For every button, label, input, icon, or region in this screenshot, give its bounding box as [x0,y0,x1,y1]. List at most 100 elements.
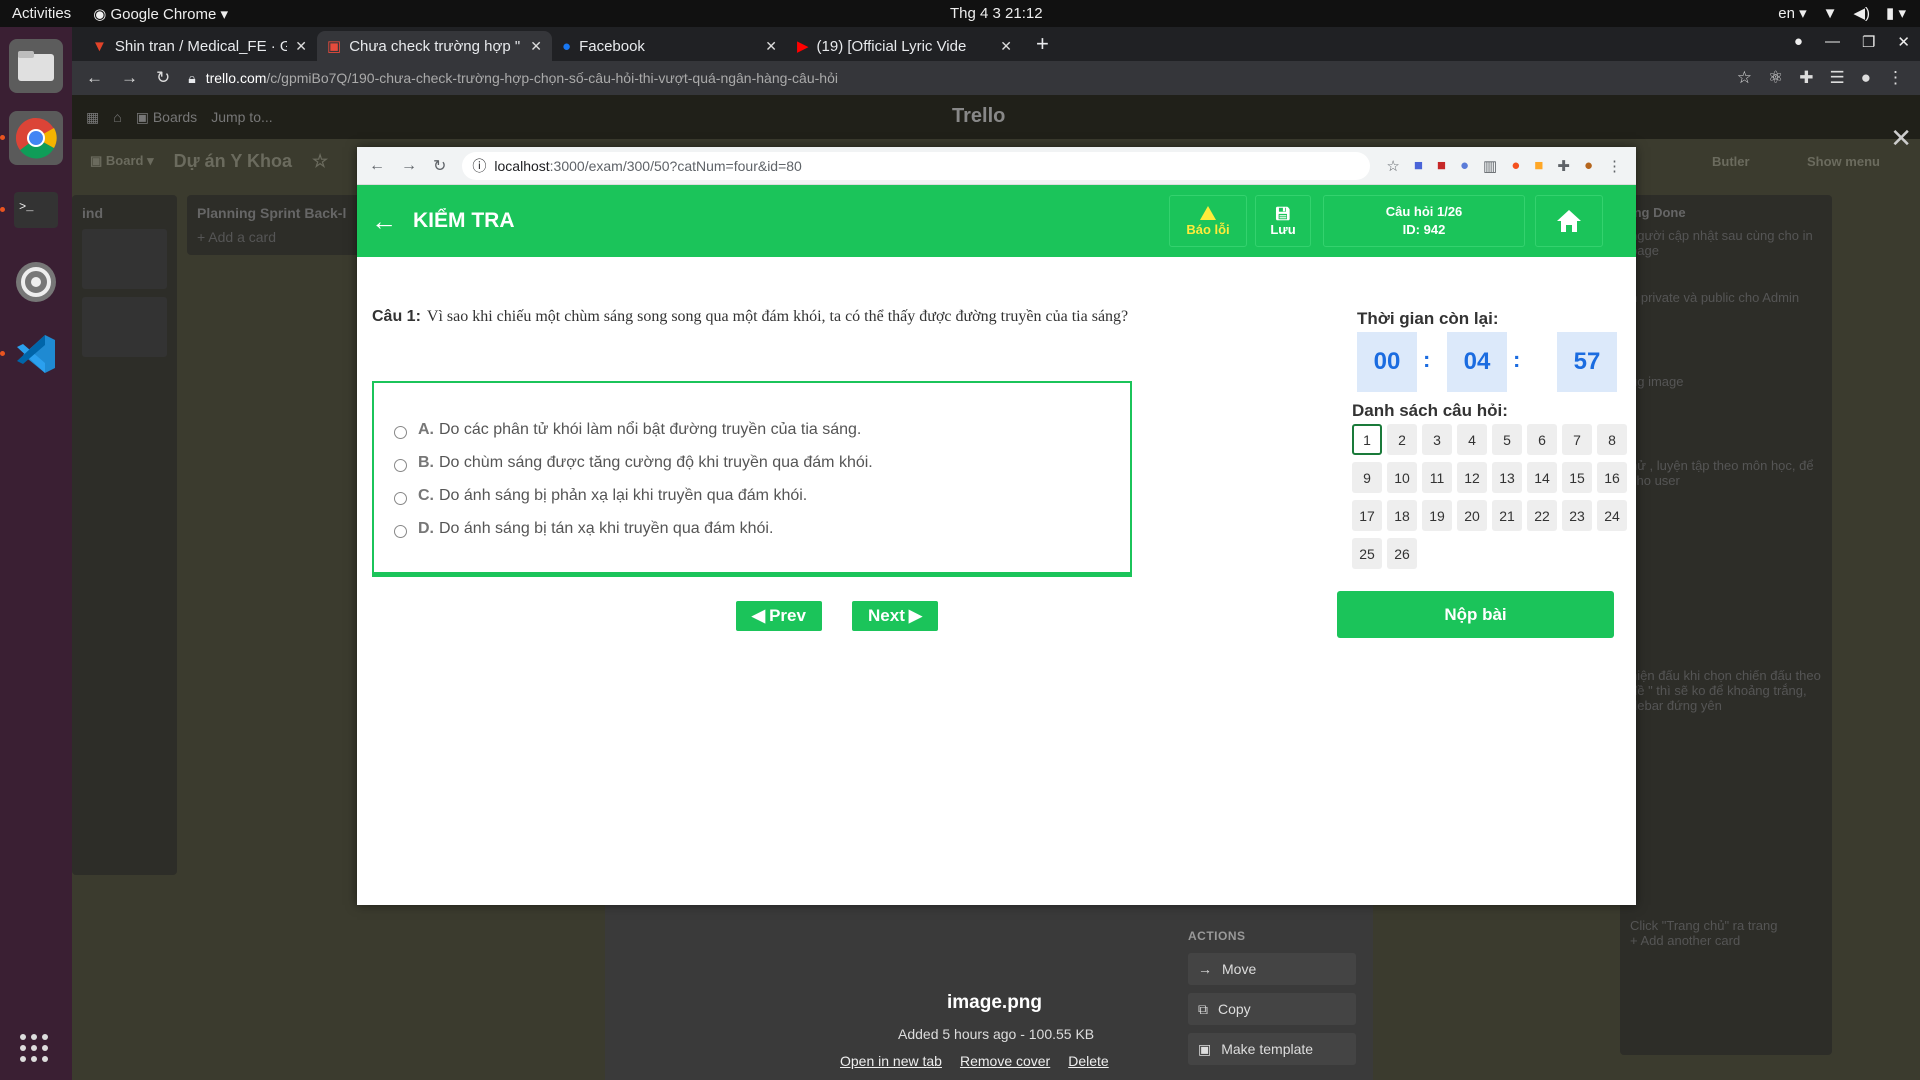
delete-link[interactable]: Delete [1068,1053,1108,1069]
close-tab-icon[interactable]: ✕ [530,38,542,55]
answer-option[interactable]: B. Do chùm sáng được tăng cường độ khi t… [374,446,1130,479]
radio-button[interactable] [394,492,407,505]
terminal-app-icon[interactable]: >_ [0,183,63,237]
prev-button[interactable]: ◀ Prev [736,601,822,631]
react-devtools-icon[interactable]: ⚛ [1768,68,1783,88]
question-number-button[interactable]: 3 [1422,424,1452,455]
extension-yellow-icon[interactable]: ■ [1534,157,1543,175]
question-number-button[interactable]: 8 [1597,424,1627,455]
jump-search[interactable]: Jump to... [211,109,272,125]
system-clock[interactable]: Thg 4 3 21:12 [950,5,1043,22]
move-button[interactable]: → Move [1188,953,1356,985]
make-template-button[interactable]: ▣ Make template [1188,1033,1356,1065]
question-number-button[interactable]: 14 [1527,462,1557,493]
tab-trello[interactable]: ▣ Chưa check trường hợp " ✕ [317,31,552,61]
question-number-button[interactable]: 10 [1387,462,1417,493]
boards-button[interactable]: ▣ Boards [136,109,197,126]
trello-card[interactable]: n private và public cho Admin [1630,290,1822,374]
question-number-button[interactable]: 16 [1597,462,1627,493]
new-tab-button[interactable]: + [1022,31,1063,61]
trello-card[interactable]: ug image [1630,374,1822,458]
remove-cover-link[interactable]: Remove cover [960,1053,1050,1069]
trello-card[interactable] [82,229,167,289]
extension-blue-icon[interactable]: ● [1460,157,1469,175]
extensions-icon[interactable]: ✚ [1557,157,1570,175]
question-number-button[interactable]: 11 [1422,462,1452,493]
report-error-button[interactable]: Báo lỗi [1169,195,1247,247]
vscode-app-icon[interactable] [0,327,63,381]
question-number-button[interactable]: 25 [1352,538,1382,569]
popup-address-bar[interactable]: ⓘ localhost:3000/exam/300/50?catNum=four… [462,151,1371,180]
butler-button[interactable]: Butler [1712,154,1750,169]
question-number-button[interactable]: 19 [1422,500,1452,531]
minimize-icon[interactable]: — [1825,33,1840,51]
tab-youtube[interactable]: ▶ (19) [Official Lyric Vide ✕ [787,31,1022,61]
avatar[interactable]: ● [1861,68,1871,88]
radio-button[interactable] [394,459,407,472]
close-window-icon[interactable]: ✕ [1897,33,1910,51]
show-apps-icon[interactable] [20,1034,48,1062]
close-tab-icon[interactable]: ✕ [765,38,777,55]
question-number-button[interactable]: 2 [1387,424,1417,455]
answer-option[interactable]: D. Do ánh sáng bị tán xạ khi truyền qua … [374,512,1130,545]
back-icon[interactable]: ← [369,157,385,175]
trello-card[interactable]: người cập nhật sau cùng cho in page [1630,228,1822,290]
question-number-button[interactable]: 24 [1597,500,1627,531]
avatar[interactable]: ● [1584,157,1593,175]
question-number-button[interactable]: 13 [1492,462,1522,493]
trello-card[interactable] [82,297,167,357]
save-button[interactable]: 💾︎ Lưu [1255,195,1311,247]
question-number-button[interactable]: 7 [1562,424,1592,455]
question-number-button[interactable]: 12 [1457,462,1487,493]
address-bar[interactable]: 🔒︎ trello.com/c/gpmiBo7Q/190-chưa-check-… [188,65,1698,91]
close-card-icon[interactable]: ✕ [1890,123,1912,154]
question-number-button[interactable]: 17 [1352,500,1382,531]
close-tab-icon[interactable]: ✕ [1000,38,1012,55]
restore-icon[interactable]: ❐ [1862,33,1875,51]
chrome-menu-icon[interactable]: ⋮ [1887,68,1904,88]
bookmark-star-icon[interactable]: ☆ [1386,157,1399,175]
open-new-tab-link[interactable]: Open in new tab [840,1053,942,1069]
question-number-button[interactable]: 26 [1387,538,1417,569]
question-number-button[interactable]: 1 [1352,424,1382,455]
chrome-menu-icon[interactable]: ⋮ [1607,157,1622,175]
app-menu[interactable]: ◉ Google Chrome ▾ [93,5,228,23]
forward-icon[interactable]: → [121,68,138,88]
question-number-button[interactable]: 20 [1457,500,1487,531]
close-tab-icon[interactable]: ✕ [295,38,307,55]
question-number-button[interactable]: 9 [1352,462,1382,493]
wifi-icon[interactable]: ▼ [1823,5,1838,22]
question-number-button[interactable]: 22 [1527,500,1557,531]
trello-card[interactable]: hử , luyện tập theo môn học, để cho user [1630,458,1822,668]
files-app-icon[interactable] [9,39,63,93]
volume-icon[interactable]: ◀) [1854,4,1871,22]
question-number-button[interactable]: 23 [1562,500,1592,531]
question-number-button[interactable]: 18 [1387,500,1417,531]
question-number-button[interactable]: 6 [1527,424,1557,455]
reload-icon[interactable]: ↻ [156,68,170,88]
tab-facebook[interactable]: ● Facebook ✕ [552,31,787,61]
reading-list-icon[interactable]: ☰ [1829,68,1844,88]
tab-gitlab[interactable]: ▼ Shin tran / Medical_FE · G ✕ [82,31,317,61]
add-another-card-button[interactable]: + Add another card [1630,933,1822,948]
question-number-button[interactable]: 5 [1492,424,1522,455]
profile-icon[interactable]: ● [1794,33,1803,51]
show-menu-button[interactable]: Show menu [1807,154,1880,169]
bookmark-star-icon[interactable]: ☆ [1737,68,1752,88]
language-indicator[interactable]: en ▾ [1778,4,1806,22]
chrome-app-icon[interactable] [0,111,63,165]
submit-button[interactable]: Nộp bài [1337,591,1614,638]
answer-option[interactable]: A. Do các phân tử khói làm nổi bật đường… [374,413,1130,446]
settings-app-icon[interactable] [9,255,63,309]
translate-icon[interactable]: ■ [1414,157,1423,175]
apps-icon[interactable]: ▦ [86,109,99,126]
extensions-icon[interactable]: ✚ [1799,68,1813,88]
question-number-button[interactable]: 21 [1492,500,1522,531]
reload-icon[interactable]: ↻ [433,156,446,176]
back-arrow-icon[interactable]: ← [357,206,413,237]
extension-red-icon[interactable]: ■ [1437,157,1446,175]
copy-button[interactable]: ⧉ Copy [1188,993,1356,1025]
battery-icon[interactable]: ▮ ▾ [1886,4,1906,22]
home-button[interactable] [1535,195,1603,247]
board-name[interactable]: Dự án Y Khoa [174,151,292,172]
